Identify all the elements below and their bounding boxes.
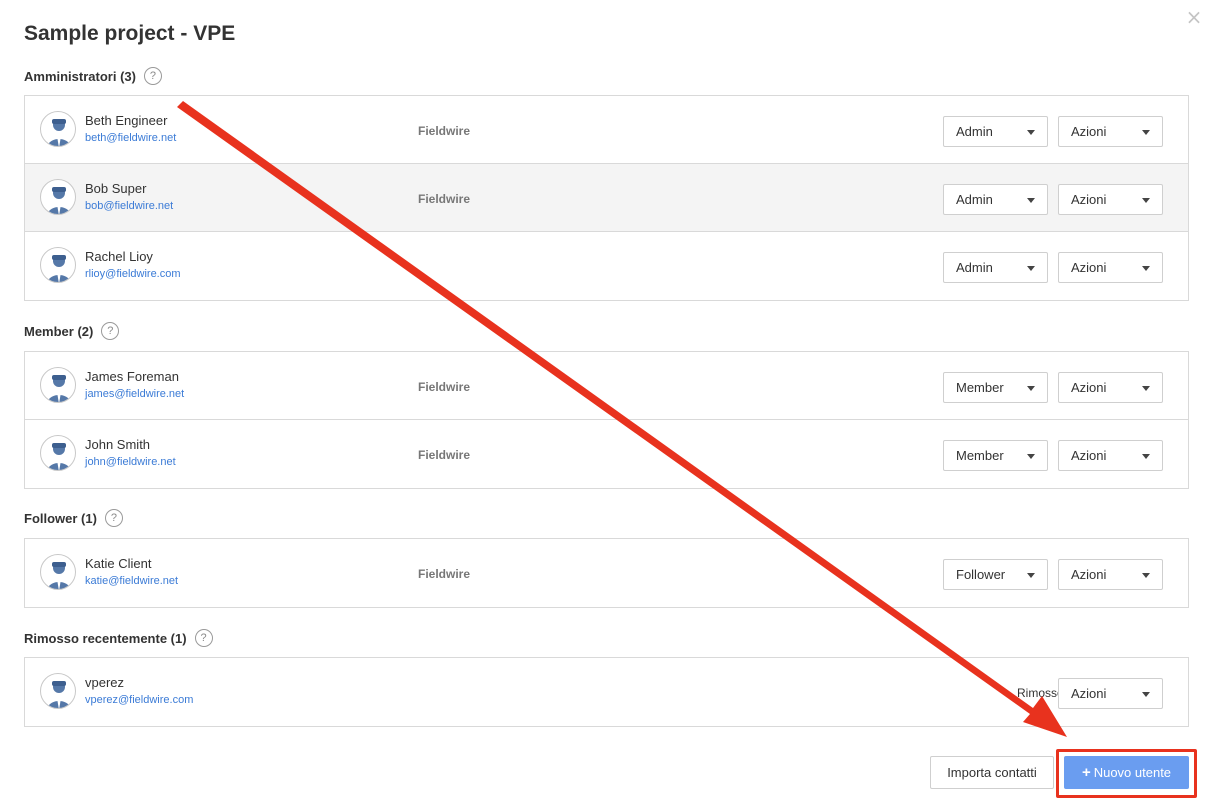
new-user-label: Nuovo utente: [1093, 765, 1172, 780]
actions-dropdown[interactable]: Azioni: [1058, 372, 1163, 403]
user-company: Fieldwire: [418, 380, 471, 394]
help-icon[interactable]: ?: [101, 322, 120, 340]
user-name: John Smith: [85, 437, 151, 452]
table-row: Beth Engineer beth@fieldwire.net Fieldwi…: [25, 96, 1188, 164]
close-icon[interactable]: ×: [1184, 7, 1204, 28]
table-row: John Smith john@fieldwire.net Fieldwire …: [25, 420, 1188, 488]
user-name: Bob Super: [85, 181, 147, 196]
user-email-link[interactable]: john@fieldwire.net: [85, 456, 176, 468]
avatar: [40, 673, 76, 709]
table-row: James Foreman james@fieldwire.net Fieldw…: [25, 352, 1188, 420]
user-name: Beth Engineer: [85, 113, 168, 128]
help-icon[interactable]: ?: [143, 67, 162, 85]
chevron-down-icon: [1142, 198, 1150, 203]
section-label: Rimosso recentemente (1): [24, 630, 187, 646]
role-dropdown[interactable]: Admin: [943, 116, 1048, 147]
import-contacts-button[interactable]: Importa contatti: [930, 756, 1054, 789]
avatar: [40, 247, 76, 283]
user-company: Fieldwire: [418, 448, 471, 462]
actions-dropdown[interactable]: Azioni: [1058, 116, 1163, 147]
help-icon[interactable]: ?: [104, 509, 123, 527]
role-dropdown[interactable]: Member: [943, 440, 1048, 471]
plus-icon: +: [1081, 764, 1091, 781]
user-email-link[interactable]: rlioy@fieldwire.com: [85, 268, 181, 280]
section-label: Follower (1): [24, 510, 97, 526]
section-label: Amministratori (3): [24, 68, 136, 84]
chevron-down-icon: [1142, 266, 1150, 271]
role-dropdown-label: Follower: [956, 567, 1006, 582]
chevron-down-icon: [1027, 130, 1035, 135]
removed-group: vperez vperez@fieldwire.com Rimosso Azio…: [24, 657, 1189, 727]
user-name: Rachel Lioy: [85, 249, 153, 264]
section-header-removed: Rimosso recentemente (1) ?: [24, 629, 213, 647]
role-dropdown[interactable]: Admin: [943, 184, 1048, 215]
chevron-down-icon: [1142, 130, 1150, 135]
chevron-down-icon: [1142, 692, 1150, 697]
role-dropdown-label: Admin: [956, 192, 993, 207]
avatar: [40, 367, 76, 403]
user-company: Fieldwire: [418, 124, 471, 138]
role-dropdown[interactable]: Admin: [943, 252, 1048, 283]
avatar: [40, 179, 76, 215]
actions-dropdown[interactable]: Azioni: [1058, 678, 1163, 709]
actions-dropdown-label: Azioni: [1071, 448, 1107, 463]
actions-dropdown[interactable]: Azioni: [1058, 440, 1163, 471]
avatar: [40, 554, 76, 590]
actions-dropdown-label: Azioni: [1071, 124, 1107, 139]
new-user-button[interactable]: + Nuovo utente: [1064, 756, 1189, 789]
role-dropdown-label: Member: [956, 380, 1004, 395]
chevron-down-icon: [1027, 454, 1035, 459]
chevron-down-icon: [1142, 573, 1150, 578]
user-email-link[interactable]: james@fieldwire.net: [85, 388, 184, 400]
section-label: Member (2): [24, 323, 94, 339]
chevron-down-icon: [1027, 573, 1035, 578]
user-name: Katie Client: [85, 556, 152, 571]
admins-group: Beth Engineer beth@fieldwire.net Fieldwi…: [24, 95, 1189, 301]
avatar: [40, 111, 76, 147]
section-header-admins: Amministratori (3) ?: [24, 67, 162, 85]
chevron-down-icon: [1027, 266, 1035, 271]
role-dropdown[interactable]: Member: [943, 372, 1048, 403]
chevron-down-icon: [1027, 386, 1035, 391]
actions-dropdown-label: Azioni: [1071, 260, 1107, 275]
chevron-down-icon: [1142, 454, 1150, 459]
table-row: Rachel Lioy rlioy@fieldwire.com Admin Az…: [25, 232, 1188, 300]
actions-dropdown-label: Azioni: [1071, 380, 1107, 395]
role-dropdown[interactable]: Follower: [943, 559, 1048, 590]
user-name: vperez: [85, 675, 125, 690]
actions-dropdown[interactable]: Azioni: [1058, 252, 1163, 283]
user-email-link[interactable]: beth@fieldwire.net: [85, 132, 176, 144]
actions-dropdown-label: Azioni: [1071, 567, 1107, 582]
section-header-members: Member (2) ?: [24, 322, 120, 340]
user-name: James Foreman: [85, 369, 179, 384]
actions-dropdown[interactable]: Azioni: [1058, 559, 1163, 590]
user-email-link[interactable]: katie@fieldwire.net: [85, 575, 178, 587]
followers-group: Katie Client katie@fieldwire.net Fieldwi…: [24, 538, 1189, 608]
actions-dropdown[interactable]: Azioni: [1058, 184, 1163, 215]
table-row: Katie Client katie@fieldwire.net Fieldwi…: [25, 539, 1188, 607]
section-header-followers: Follower (1) ?: [24, 509, 123, 527]
page-title: Sample project - VPE: [24, 22, 236, 45]
table-row: vperez vperez@fieldwire.com Rimosso Azio…: [25, 658, 1188, 726]
actions-dropdown-label: Azioni: [1071, 192, 1107, 207]
avatar: [40, 435, 76, 471]
table-row: Bob Super bob@fieldwire.net Fieldwire Ad…: [25, 164, 1188, 232]
members-group: James Foreman james@fieldwire.net Fieldw…: [24, 351, 1189, 489]
removed-status: Rimosso: [1017, 686, 1064, 700]
role-dropdown-label: Member: [956, 448, 1004, 463]
chevron-down-icon: [1142, 386, 1150, 391]
user-company: Fieldwire: [418, 567, 471, 581]
actions-dropdown-label: Azioni: [1071, 686, 1107, 701]
user-company: Fieldwire: [418, 192, 471, 206]
user-email-link[interactable]: bob@fieldwire.net: [85, 200, 173, 212]
chevron-down-icon: [1027, 198, 1035, 203]
help-icon[interactable]: ?: [194, 629, 213, 647]
user-email-link[interactable]: vperez@fieldwire.com: [85, 694, 193, 706]
role-dropdown-label: Admin: [956, 260, 993, 275]
role-dropdown-label: Admin: [956, 124, 993, 139]
